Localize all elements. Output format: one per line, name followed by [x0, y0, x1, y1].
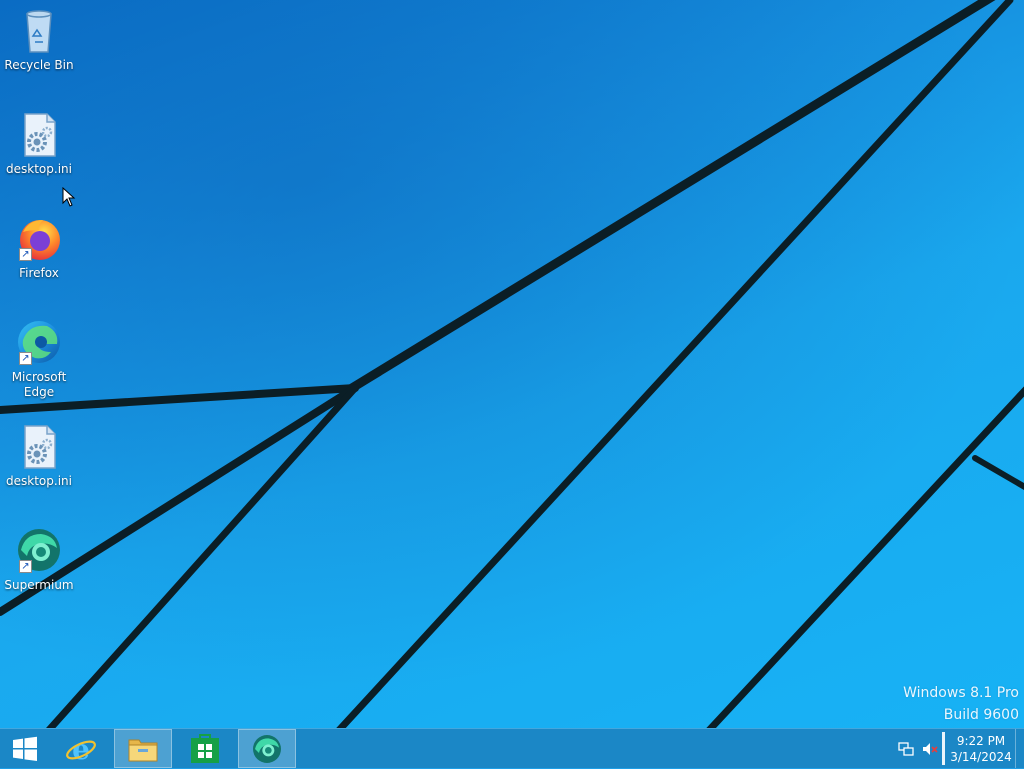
show-desktop-button[interactable] [1015, 729, 1024, 768]
mouse-pointer-icon [62, 187, 76, 207]
shortcut-arrow-icon: ↗ [19, 352, 32, 365]
start-button[interactable] [0, 729, 50, 769]
desktop-icon-firefox[interactable]: ↗ Firefox [4, 214, 74, 281]
svg-text:e: e [72, 733, 90, 765]
file-explorer-icon [128, 739, 158, 761]
desktop-icon-label: Recycle Bin [4, 58, 74, 72]
desktop-icon-microsoft-edge[interactable]: ↗ Microsoft Edge [4, 318, 74, 400]
taskbar-supermium[interactable] [238, 729, 296, 768]
settings-file-icon [15, 110, 63, 158]
shortcut-arrow-icon: ↗ [19, 560, 32, 573]
taskbar: e 9:22 PM 3/14/2024 [0, 728, 1024, 768]
taskbar-store[interactable] [176, 729, 234, 768]
firefox-icon: ↗ [15, 214, 63, 262]
taskbar-file-explorer[interactable] [114, 729, 172, 768]
desktop-icon-supermium[interactable]: ↗ Supermium [4, 526, 74, 593]
supermium-icon [253, 734, 281, 763]
desktop-icon-label: Microsoft Edge [11, 370, 67, 399]
watermark-build: Build 9600 [943, 707, 1019, 723]
windows-logo-icon [13, 736, 37, 761]
edge-icon: ↗ [15, 318, 63, 366]
desktop-icon-label: Firefox [19, 266, 59, 280]
supermium-icon: ↗ [15, 526, 63, 574]
desktop-icon-label: desktop.ini [6, 474, 72, 488]
desktop-icon-recycle-bin[interactable]: Recycle Bin [4, 6, 74, 73]
windows-edition-watermark: Windows 8.1 Pro Build 9600 [903, 682, 1019, 726]
settings-file-icon [15, 422, 63, 470]
desktop-icon-label: Supermium [4, 578, 74, 592]
recycle-bin-icon [15, 6, 63, 54]
watermark-edition: Windows 8.1 Pro [903, 685, 1019, 701]
clock-time: 9:22 PM [956, 734, 1006, 748]
desktop-icon-desktop-ini[interactable]: desktop.ini [4, 110, 74, 177]
store-icon [191, 733, 219, 763]
desktop-icon-desktop-ini[interactable]: desktop.ini [4, 422, 74, 489]
shortcut-arrow-icon: ↗ [19, 248, 32, 261]
desktop-icon-label: desktop.ini [6, 162, 72, 176]
taskbar-clock[interactable]: 9:22 PM 3/14/2024 [950, 733, 1012, 765]
taskbar-internet-explorer[interactable]: e [52, 729, 110, 768]
network-icon[interactable] [898, 741, 914, 757]
clock-date: 3/14/2024 [950, 750, 1012, 764]
internet-explorer-icon: e [66, 733, 96, 765]
volume-muted-icon[interactable] [922, 741, 938, 757]
desktop[interactable]: Recycle Bin desktop.ini ↗ Firefox ↗ Micr… [0, 0, 1024, 728]
tray-divider [942, 732, 945, 765]
wallpaper [0, 0, 1024, 728]
